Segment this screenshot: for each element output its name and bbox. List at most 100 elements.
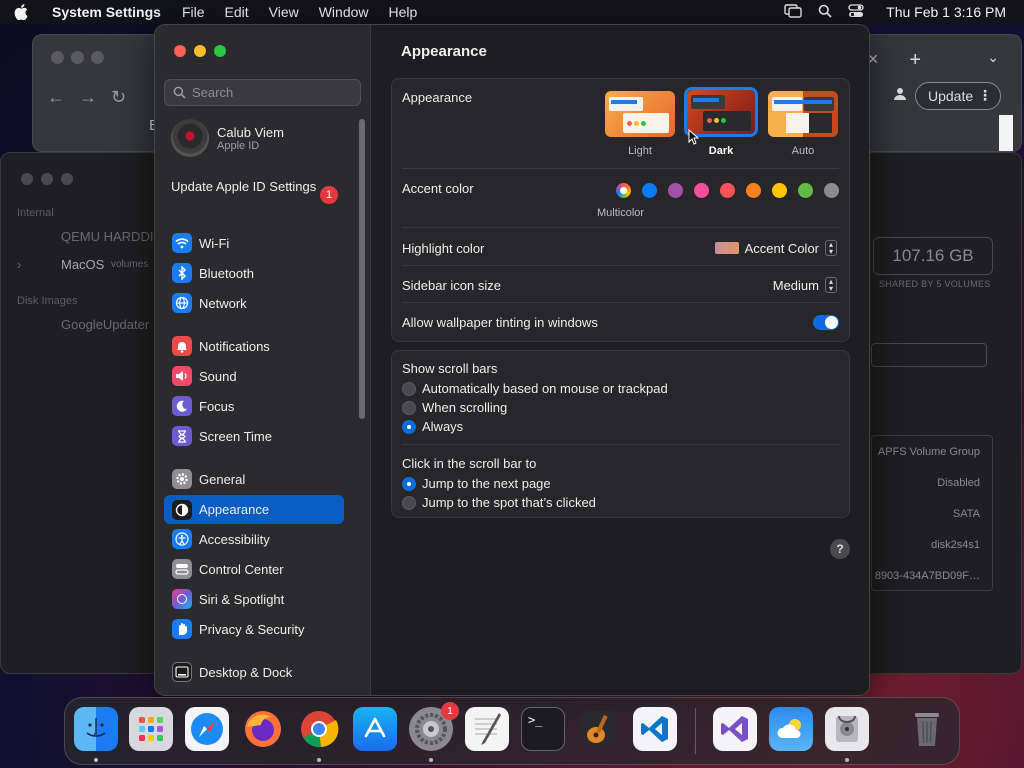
appearance-settings-group: Appearance Light Dark Auto Accent color …: [391, 78, 850, 342]
appearance-icon: [172, 499, 192, 520]
sidebar-item-label: Sound: [199, 368, 237, 384]
menu-file[interactable]: File: [182, 4, 205, 20]
browser-back-icon[interactable]: ←: [47, 87, 65, 108]
browser-new-tab-icon[interactable]: +: [909, 49, 921, 72]
scroll-option-when-scrolling[interactable]: When scrolling: [402, 400, 507, 415]
radio-button[interactable]: [402, 495, 416, 510]
sidebar-item-privacy-security[interactable]: Privacy & Security: [164, 615, 345, 643]
sidebar-item-notifications[interactable]: Notifications: [164, 332, 345, 360]
dock-finder-icon[interactable]: [74, 707, 118, 751]
browser-update-button[interactable]: Update ⋮: [915, 82, 1001, 110]
disk-info-row: Disabled: [937, 477, 980, 489]
dock-app-store-icon[interactable]: [353, 707, 397, 751]
window-zoom-button[interactable]: [214, 45, 226, 57]
accent-swatch-multicolor[interactable]: [616, 183, 631, 198]
scroll-option-automatic[interactable]: Automatically based on mouse or trackpad: [402, 381, 668, 396]
sidebar-item-general[interactable]: General: [164, 465, 345, 493]
sidebar-item-desktop-dock[interactable]: Desktop & Dock: [164, 658, 345, 686]
terminal-prompt-icon: >_: [528, 713, 543, 727]
sidebar-item-wifi[interactable]: Wi-Fi: [164, 229, 345, 257]
dock-vscode-icon[interactable]: [633, 707, 677, 751]
dock-textedit-icon[interactable]: [465, 707, 509, 751]
scroll-option-always[interactable]: Always: [402, 419, 463, 434]
dock-launchpad-icon[interactable]: [129, 707, 173, 751]
menu-app-name[interactable]: System Settings: [52, 4, 161, 20]
sidebar-icon-size-popup[interactable]: Medium ▴ ▾: [773, 277, 837, 293]
dock-terminal-icon[interactable]: >_: [521, 707, 565, 751]
accent-swatch[interactable]: [642, 183, 657, 198]
disk-item-googleupdater[interactable]: GoogleUpdater: [61, 317, 149, 332]
menu-edit[interactable]: Edit: [225, 4, 249, 20]
menu-view[interactable]: View: [269, 4, 299, 20]
sidebar-item-control-center[interactable]: Control Center: [164, 555, 345, 583]
theme-auto-label[interactable]: Auto: [768, 145, 838, 157]
radio-button-selected[interactable]: [402, 476, 416, 491]
theme-light-label[interactable]: Light: [605, 145, 675, 157]
dock-visual-studio-icon[interactable]: [713, 707, 757, 751]
sidebar-item-accessibility[interactable]: Accessibility: [164, 525, 345, 553]
sidebar-icon-size-value: Medium: [772, 277, 819, 293]
dock-chrome-icon[interactable]: [297, 707, 341, 751]
sidebar-item-screen-time[interactable]: Screen Time: [164, 422, 345, 450]
accent-swatch[interactable]: [720, 183, 735, 198]
browser-menu-icon[interactable]: ⋮: [978, 87, 992, 104]
radio-button[interactable]: [402, 381, 416, 396]
menu-help[interactable]: Help: [389, 4, 418, 20]
dock-trash-icon[interactable]: [905, 707, 949, 751]
click-option-spot-clicked[interactable]: Jump to the spot that’s clicked: [402, 495, 596, 510]
browser-tab-search-icon[interactable]: ⌄: [987, 49, 999, 66]
speaker-icon: [172, 366, 192, 386]
apple-menu-icon[interactable]: [14, 4, 30, 20]
menu-window[interactable]: Window: [319, 4, 369, 20]
window-minimize-button[interactable]: [194, 45, 206, 57]
menu-clock[interactable]: Thu Feb 1 3:16 PM: [886, 4, 1006, 20]
accent-swatch[interactable]: [798, 183, 813, 198]
radio-button-selected[interactable]: [402, 419, 416, 434]
accent-swatch[interactable]: [772, 183, 787, 198]
accent-swatch[interactable]: [746, 183, 761, 198]
control-center-icon[interactable]: [848, 3, 864, 21]
divider: [402, 227, 839, 228]
sidebar-search[interactable]: [164, 79, 361, 106]
divider: [402, 302, 839, 303]
disk-expand-chevron-icon[interactable]: ›: [17, 257, 21, 272]
sidebar-item-network[interactable]: Network: [164, 289, 345, 317]
spotlight-search-icon[interactable]: [818, 4, 832, 21]
sidebar-scrollbar[interactable]: [359, 119, 365, 419]
browser-profile-icon[interactable]: [893, 87, 907, 104]
sidebar-item-sound[interactable]: Sound: [164, 362, 345, 390]
dock-disk-utility-icon[interactable]: [825, 707, 869, 751]
sidebar-item-focus[interactable]: Focus: [164, 392, 345, 420]
update-apple-id-settings[interactable]: Update Apple ID Settings: [171, 179, 341, 195]
accent-swatch[interactable]: [694, 183, 709, 198]
dock-firefox-icon[interactable]: [241, 707, 285, 751]
theme-light-thumbnail[interactable]: [605, 91, 675, 137]
wallpaper-tinting-toggle[interactable]: [813, 315, 839, 330]
screen-mirroring-icon[interactable]: [784, 3, 802, 21]
sidebar-item-bluetooth[interactable]: Bluetooth: [164, 259, 345, 287]
sidebar-item-appearance[interactable]: Appearance: [164, 495, 344, 524]
appearance-pane: Appearance Appearance Light Dark Auto Ac…: [371, 25, 869, 695]
divider: [402, 265, 839, 266]
browser-forward-icon[interactable]: →: [79, 87, 97, 108]
dock-garageband-icon[interactable]: [577, 707, 621, 751]
help-button[interactable]: ?: [830, 539, 850, 559]
theme-dark-thumbnail[interactable]: [687, 90, 755, 134]
window-close-button[interactable]: [174, 45, 186, 57]
disk-item-qemu[interactable]: QEMU HARDDI: [61, 229, 153, 244]
search-input[interactable]: [192, 85, 352, 100]
accent-swatch[interactable]: [668, 183, 683, 198]
dock-safari-icon[interactable]: [185, 707, 229, 751]
scroll-option-label: Automatically based on mouse or trackpad: [422, 381, 668, 396]
radio-button[interactable]: [402, 400, 416, 415]
dock-weather-icon[interactable]: [769, 707, 813, 751]
browser-reload-icon[interactable]: ↻: [111, 87, 126, 108]
disk-item-macos[interactable]: MacOS: [61, 257, 104, 272]
sidebar-item-siri-spotlight[interactable]: Siri & Spotlight: [164, 585, 345, 613]
theme-auto-thumbnail[interactable]: [768, 91, 838, 137]
highlight-color-popup[interactable]: Accent Color ▴ ▾: [714, 240, 837, 256]
browser-page-strip: [999, 115, 1013, 151]
click-option-next-page[interactable]: Jump to the next page: [402, 476, 551, 491]
apple-id-account[interactable]: Calub Viem Apple ID: [171, 119, 284, 157]
accent-swatch[interactable]: [824, 183, 839, 198]
